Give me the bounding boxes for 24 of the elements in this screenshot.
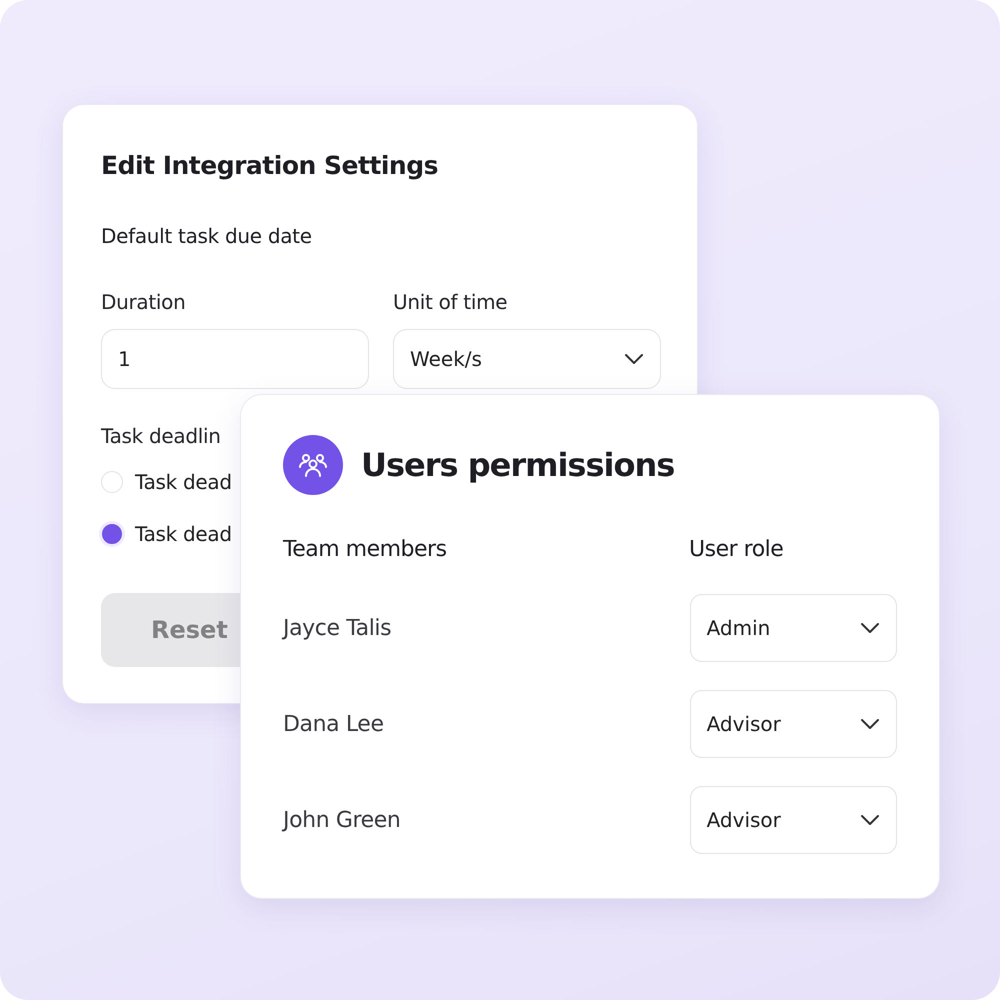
field-label: Unit of time [393, 288, 508, 316]
select-field[interactable]: Week/s [393, 328, 661, 388]
member-name: Jayce Talis [283, 614, 392, 642]
member-name: Dana Lee [283, 710, 385, 738]
field-label: Task deadlin [101, 422, 222, 450]
role-select[interactable]: Advisor [690, 786, 897, 854]
chevron-down-icon [624, 352, 644, 364]
column-header: Team members [283, 536, 448, 564]
section-title: Default task due date [101, 222, 313, 250]
card-title: Edit Integration Settings [101, 150, 439, 182]
role-select[interactable]: Advisor [690, 690, 897, 758]
member-name: John Green [283, 806, 402, 834]
chevron-down-icon [860, 622, 880, 634]
radio-label: Task dead [135, 468, 232, 496]
field-label: Duration [101, 288, 186, 316]
role-select[interactable]: Admin [690, 594, 897, 662]
radio-button[interactable] [101, 522, 123, 544]
input-field[interactable]: 1 [101, 328, 369, 388]
column-header: User role [689, 536, 784, 564]
chevron-down-icon [860, 718, 880, 730]
radio-button[interactable] [101, 470, 123, 492]
card-title: Users permissions [361, 445, 674, 486]
chevron-down-icon [860, 814, 880, 826]
radio-label: Task dead [135, 520, 232, 548]
